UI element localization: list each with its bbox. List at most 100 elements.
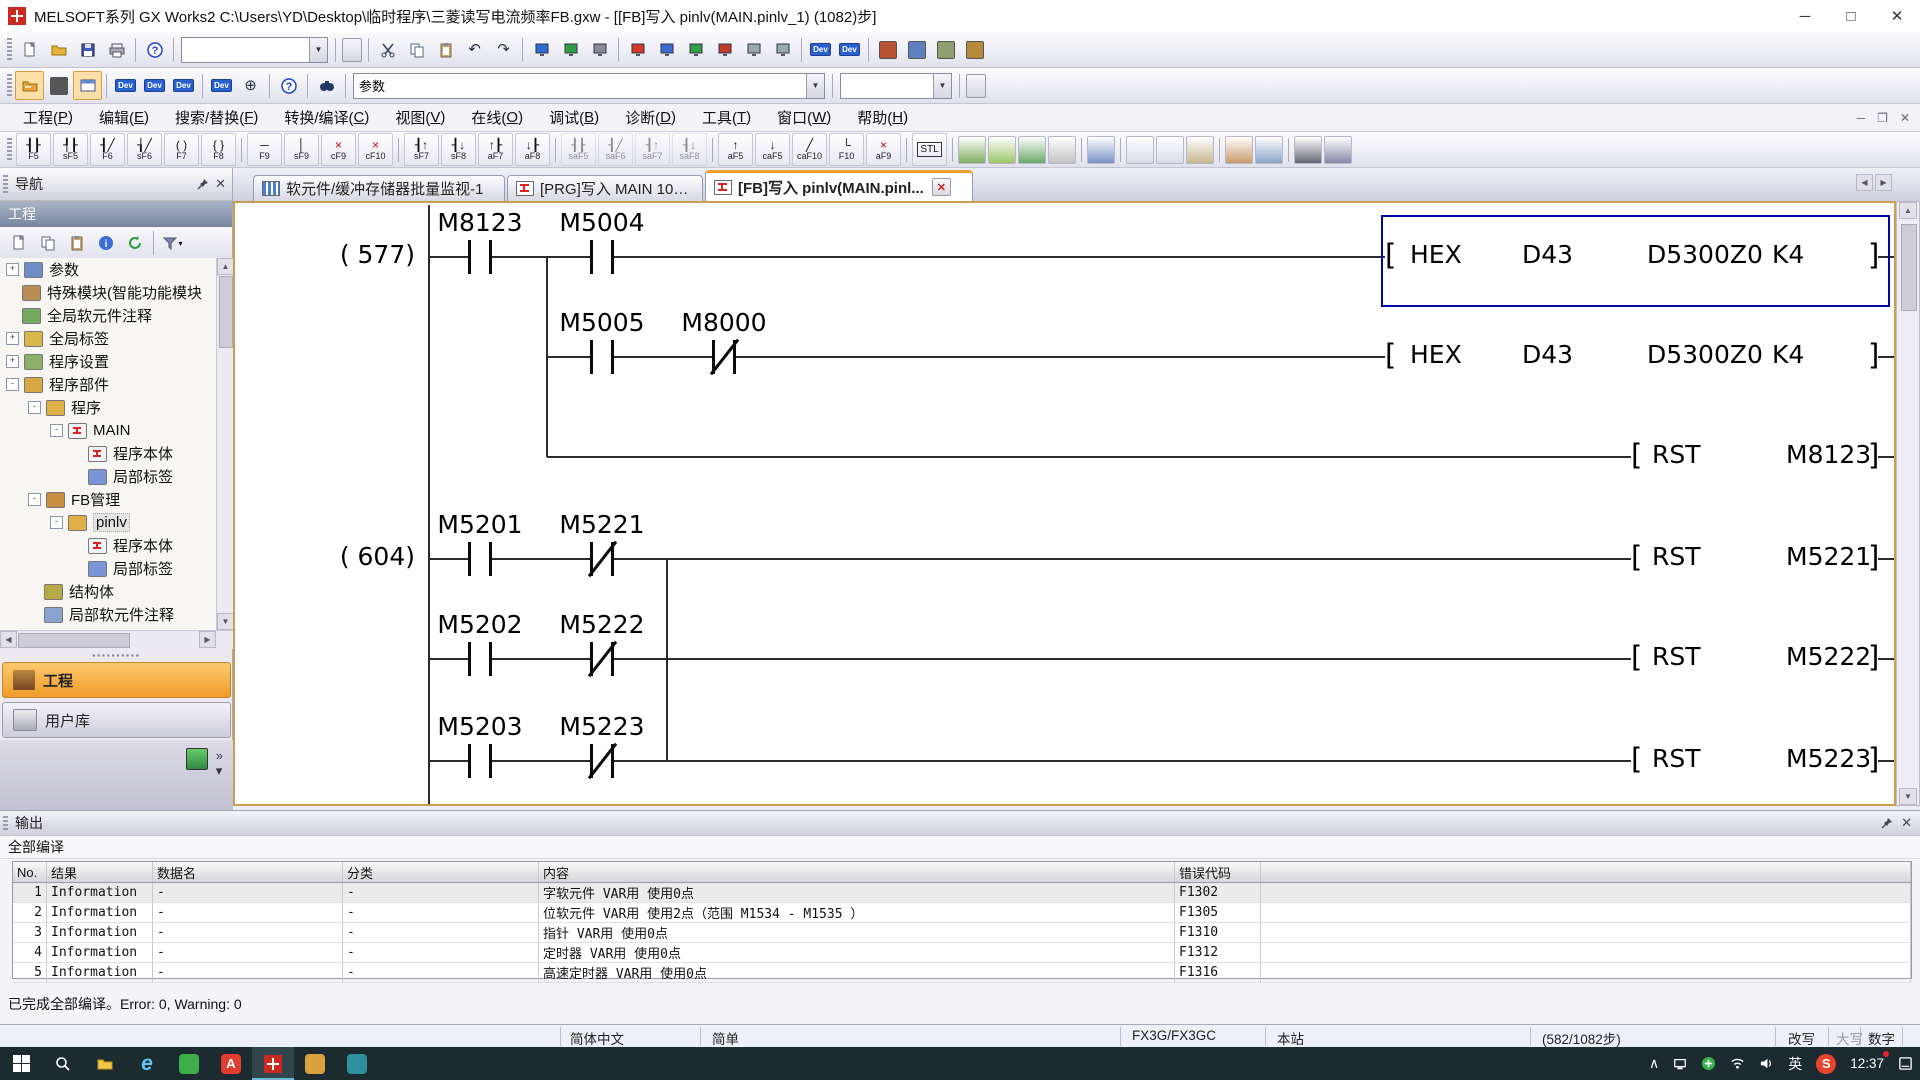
- tree-item-局部软元件注释[interactable]: 局部软元件注释: [0, 603, 216, 626]
- instruction-operand[interactable]: M5223: [1786, 744, 1871, 773]
- project-data-combo[interactable]: ▼: [181, 37, 328, 63]
- ladder-symbol-F5-button[interactable]: ┨┠F5: [16, 133, 51, 166]
- edit-disabled-button[interactable]: [1048, 136, 1076, 164]
- device-label[interactable]: M8000: [649, 308, 799, 337]
- monitor-b-button[interactable]: [768, 35, 797, 64]
- insert-contact-button[interactable]: [988, 136, 1016, 164]
- combo-dropdown-icon[interactable]: ▼: [806, 74, 824, 98]
- expand-toggle-icon[interactable]: -: [50, 424, 63, 437]
- buffer-monitor-button[interactable]: [556, 35, 585, 64]
- tray-pc-icon[interactable]: [1666, 1047, 1694, 1080]
- tab-scroll-left-icon[interactable]: ◀: [1856, 174, 1873, 191]
- menu-窗口[interactable]: 窗口(W): [764, 104, 844, 131]
- ladder-symbol-aF7-button[interactable]: ↑┠aF7: [478, 133, 513, 166]
- menu-工具[interactable]: 工具(T): [689, 104, 764, 131]
- find-target-combo[interactable]: 参数▼: [353, 73, 825, 99]
- device-display-button[interactable]: Dev: [806, 35, 835, 64]
- ladder-symbol-sF8-button[interactable]: ┨↓sF8: [441, 133, 476, 166]
- app-green[interactable]: [168, 1047, 210, 1080]
- find-button[interactable]: [312, 71, 341, 100]
- ladder-symbol-F7-button[interactable]: ( )F7: [164, 133, 199, 166]
- app-teal[interactable]: [336, 1047, 378, 1080]
- nav-tab-userlib[interactable]: 用户库: [2, 702, 231, 738]
- ladder-symbol-aF5-button[interactable]: ↑aF5: [718, 133, 753, 166]
- ladder-symbol-cF10-button[interactable]: ×cF10: [358, 133, 393, 166]
- panel-splitter[interactable]: ▪▪▪▪▪▪▪▪▪▪: [0, 648, 233, 662]
- ladder-symbol-sF9-button[interactable]: │sF9: [284, 133, 319, 166]
- instruction-operand[interactable]: D43: [1522, 340, 1573, 369]
- open-button[interactable]: [44, 35, 73, 64]
- tree-vertical-scrollbar[interactable]: ▲ ▼: [216, 258, 234, 630]
- app-gold[interactable]: [294, 1047, 336, 1080]
- read-from-plc-button[interactable]: [652, 35, 681, 64]
- expand-toggle-icon[interactable]: -: [50, 516, 63, 529]
- tree-item-结构体[interactable]: 结构体: [0, 580, 216, 603]
- editor-vertical-scrollbar[interactable]: ▲ ▼: [1896, 201, 1920, 806]
- ladder-symbol-aF8-button[interactable]: ↓┠aF8: [515, 133, 550, 166]
- instruction-operand[interactable]: K4: [1772, 340, 1804, 369]
- instruction-mnemonic[interactable]: RST: [1652, 440, 1701, 469]
- speaker-icon[interactable]: [1752, 1047, 1781, 1080]
- small-button[interactable]: [342, 38, 362, 62]
- instruction-mnemonic[interactable]: RST: [1652, 642, 1701, 671]
- project-window-button[interactable]: [15, 71, 44, 100]
- document-tab[interactable]: [FB]写入 pinlv(MAIN.pinl...✕: [705, 170, 973, 201]
- expand-chevron-icon[interactable]: »▾: [216, 748, 223, 779]
- new-data-button[interactable]: [4, 229, 33, 258]
- ladder-symbol-F6-button[interactable]: ┨╱F6: [90, 133, 125, 166]
- pin-icon[interactable]: [1881, 817, 1893, 829]
- help2-button[interactable]: ?: [274, 71, 303, 100]
- paste-data-button[interactable]: [62, 229, 91, 258]
- paste-button[interactable]: [431, 35, 460, 64]
- tree-item-pinlv[interactable]: -pinlv: [0, 511, 216, 534]
- tree-item-程序设置[interactable]: +程序设置: [0, 350, 216, 373]
- ladder-symbol-aF9-button[interactable]: ×aF9: [866, 133, 901, 166]
- comment-display-button[interactable]: Dev: [111, 71, 140, 100]
- tree-item-全局标签[interactable]: +全局标签: [0, 327, 216, 350]
- action-center-icon[interactable]: [1891, 1047, 1920, 1080]
- expand-toggle-icon[interactable]: -: [28, 493, 41, 506]
- ladder-symbol-sF6-button[interactable]: ┧╱sF6: [127, 133, 162, 166]
- language-indicator[interactable]: 英: [1781, 1047, 1809, 1080]
- print-button[interactable]: [102, 35, 131, 64]
- maximize-button[interactable]: □: [1828, 1, 1874, 32]
- instruction-operand[interactable]: M8123: [1786, 440, 1871, 469]
- drag-grip[interactable]: [3, 816, 8, 830]
- cross-reference-button[interactable]: ⊕: [236, 71, 265, 100]
- ladder-symbol-saF8-button[interactable]: ┨↓saF8: [672, 133, 707, 166]
- stop-monitor-button[interactable]: [710, 35, 739, 64]
- tree-item-局部标签[interactable]: 局部标签: [0, 465, 216, 488]
- tree-item-特殊模块(智能功能模块[interactable]: 特殊模块(智能功能模块: [0, 281, 216, 304]
- edit-ladder-button[interactable]: [958, 136, 986, 164]
- app-red-a[interactable]: A: [210, 1047, 252, 1080]
- column-header-内容[interactable]: 内容: [539, 862, 1175, 882]
- expand-toggle-icon[interactable]: +: [6, 332, 19, 345]
- column-header-结果[interactable]: 结果: [47, 862, 153, 882]
- monitor-a-button[interactable]: [739, 35, 768, 64]
- filter-button[interactable]: ▾: [158, 229, 187, 258]
- minimize-button[interactable]: ─: [1782, 1, 1828, 32]
- transfer-setup-button[interactable]: [960, 35, 989, 64]
- logic-test-button[interactable]: [873, 35, 902, 64]
- tree-item-FB管理[interactable]: -FB管理: [0, 488, 216, 511]
- document-tab[interactable]: 软元件/缓冲存储器批量监视-1: [253, 175, 505, 201]
- instruction-operand[interactable]: M5221: [1786, 542, 1871, 571]
- parameter-check-button[interactable]: [931, 35, 960, 64]
- tree-item-MAIN[interactable]: -MAIN: [0, 419, 216, 442]
- tab-scroll-right-icon[interactable]: ▶: [1875, 174, 1892, 191]
- menu-工程[interactable]: 工程(P): [10, 104, 86, 131]
- ladder-symbol-caF10-button[interactable]: ╱caF10: [792, 133, 827, 166]
- expand-toggle-icon[interactable]: +: [6, 263, 19, 276]
- inline-st-button[interactable]: [1087, 136, 1115, 164]
- ladder-symbol-caF5-button[interactable]: ↓caF5: [755, 133, 790, 166]
- result-row[interactable]: 2Information--位软元件 VAR用 使用2点（范围 M1534 - …: [13, 903, 1911, 923]
- refresh-button[interactable]: [120, 229, 149, 258]
- ladder-symbol-sF7-button[interactable]: ┨↑sF7: [404, 133, 439, 166]
- tree-item-程序本体[interactable]: 程序本体: [0, 442, 216, 465]
- ladder-symbol-F9-button[interactable]: ─F9: [247, 133, 282, 166]
- menu-视图[interactable]: 视图(V): [382, 104, 458, 131]
- combo-dropdown-icon[interactable]: ▼: [309, 38, 327, 62]
- instruction-operand[interactable]: M5222: [1786, 642, 1871, 671]
- instruction-operand[interactable]: D5300Z0: [1647, 340, 1763, 369]
- device-label[interactable]: M5223: [527, 712, 677, 741]
